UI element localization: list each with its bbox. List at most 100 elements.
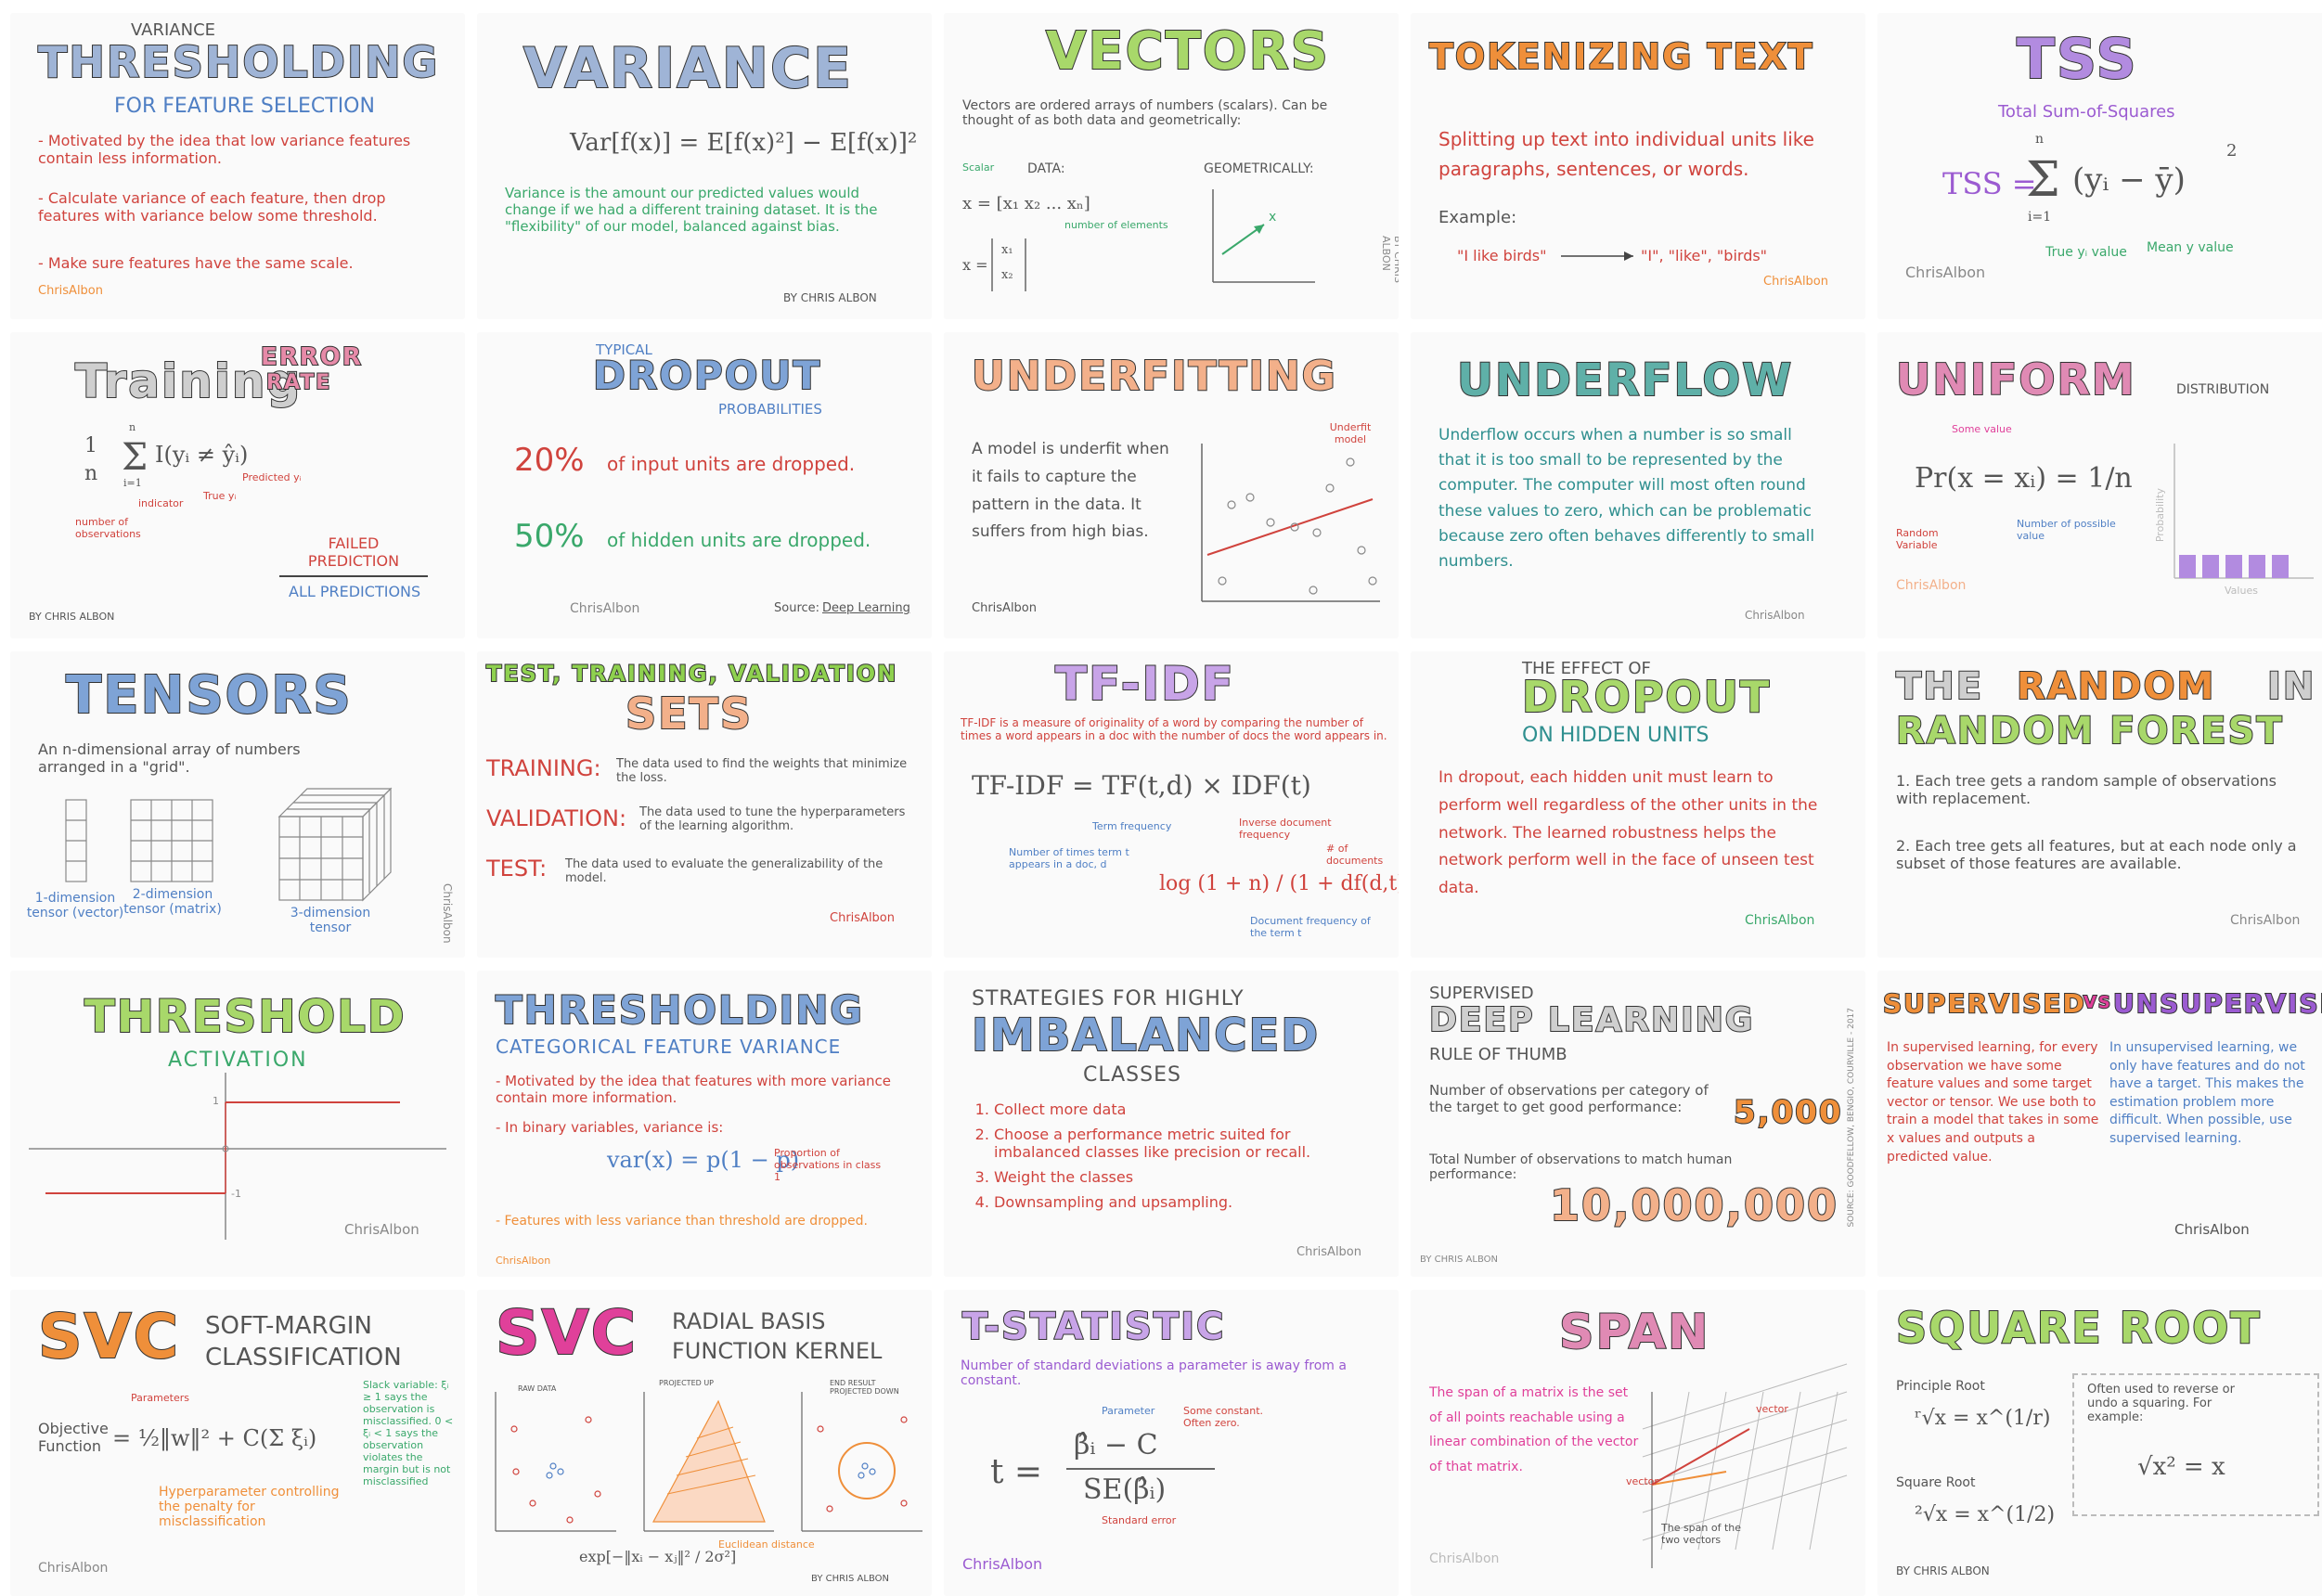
bullet-1: - Motivated by the idea that low varianc… [38,132,411,167]
bullet-1: - Motivated by the idea that features wi… [496,1073,892,1106]
card-typical-dropout[interactable]: TYPICAL DROPOUT PROBABILITIES 20% of inp… [477,332,932,638]
strategy-2: Choose a performance metric suited for i… [994,1126,1376,1161]
card-tokenizing-text[interactable]: TOKENIZING TEXT Splitting up text into i… [1411,13,1865,319]
true-y-label: True yᵢ [203,490,237,502]
rbf-formula: exp[−‖xᵢ − xⱼ‖² / 2σ²] [579,1548,737,1565]
signature: BY CHRIS ALBON [1380,236,1399,283]
card-uniform-distribution[interactable]: UNIFORM DISTRIBUTION Some value Pr(x = x… [1877,332,2322,638]
strategy-1: Collect more data [994,1100,1376,1118]
signature: ChrisAlbon [441,883,454,944]
se-label: Standard error [1102,1514,1177,1526]
underfit-model-label: Underfit model [1329,421,1372,445]
true-y-label: True yᵢ value [2045,245,2127,260]
tf-label: Term frequency [1092,820,1172,832]
card-vectors[interactable]: VECTORS Vectors are ordered arrays of nu… [944,13,1399,319]
source-link[interactable]: Deep Learning [822,601,910,615]
card-deep-learning-rule-of-thumb[interactable]: SUPERVISED DEEP LEARNING RULE OF THUMB N… [1411,971,1865,1277]
indicator-body: I(yᵢ ≠ ŷᵢ) [155,442,249,468]
card-subtitle: CATEGORICAL FEATURE VARIANCE [496,1036,842,1058]
card-text: Underflow occurs when a number is so sma… [1438,426,1815,571]
signature: ChrisAlbon [570,601,640,616]
vector-1-label: vector [1756,1403,1788,1415]
sum-top: n [129,421,136,433]
input-drop-text: of input units are dropped. [607,453,856,475]
card-title: DEEP LEARNING [1428,1001,1755,1039]
card-title-random: RANDOM [2016,665,2216,708]
card-span[interactable]: SPAN The span of a matrix is the set of … [1411,1290,1865,1596]
card-effect-of-dropout[interactable]: THE EFFECT OF DROPOUT ON HIDDEN UNITS In… [1411,651,1865,958]
signature: ChrisAlbon [2230,913,2301,928]
card-subtitle: FOR FEATURE SELECTION [114,95,375,118]
signature: ChrisAlbon [972,601,1037,615]
underfit-plot [1201,444,1380,602]
numobs-label: number of observations [75,516,141,540]
card-underfitting[interactable]: UNDERFITTING A model is underfit when it… [944,332,1399,638]
card-training-error-rate[interactable]: Training ERROR RATE 1 n Σ n i=1 I(yᵢ ≠ ŷ… [10,332,465,638]
signature: ChrisAlbon [1745,609,1805,622]
vector-2-label: vector [1626,1475,1658,1487]
y-one-label: 1 [213,1095,219,1107]
card-test-training-validation-sets[interactable]: TEST, TRAINING, VALIDATION SETS TRAINING… [477,651,932,958]
signature: ChrisAlbon [344,1221,419,1238]
card-svc-soft-margin[interactable]: SVC SOFT-MARGIN CLASSIFICATION Parameter… [10,1290,465,1596]
failed-prediction: FAILED PREDICTION [307,534,400,570]
fraction-bar [1066,1468,1215,1470]
supervised-text: In supervised learning, for every observ… [1887,1040,2099,1165]
line-1: Number of observations per category of t… [1429,1082,1709,1115]
test-value: The data used to evaluate the generaliza… [565,857,884,885]
card-title-2: SOFT-MARGIN [205,1312,372,1340]
frac-n: n [84,462,98,485]
span-caption: The span of the two vectors [1661,1522,1742,1546]
tensor-3d-label: 3-dimension tensor [290,906,371,935]
signature: ChrisAlbon [1296,1245,1361,1259]
training-value: The data used to find the weights that m… [616,757,908,785]
euclidean-label: Euclidean distance [718,1538,815,1551]
strategy-4: Downsampling and upsampling. [994,1193,1376,1211]
card-title: TSS [2016,27,2138,92]
card-underflow[interactable]: UNDERFLOW Underflow occurs when a number… [1411,332,1865,638]
card-random-in-random-forest[interactable]: THE RANDOM IN RANDOM FOREST 1. Each tree… [1877,651,2322,958]
card-svc-rbf-kernel[interactable]: SVC RADIAL BASIS FUNCTION KERNEL RAW DAT… [477,1290,932,1596]
hidden-drop-text: of hidden units are dropped. [607,529,871,551]
tensor-1d-label: 1-dimension tensor (vector) [26,891,124,920]
card-variance[interactable]: VARIANCE Var[f(x)] = E[f(x)²] − E[f(x)]²… [477,13,932,319]
training-key: TRAINING: [486,755,601,781]
t-lhs: t = [990,1453,1043,1491]
card-title-in: IN [2266,665,2316,708]
principle-root-label: Principle Root [1896,1379,1985,1394]
tfidf-formula: TF-IDF = TF(t,d) × IDF(t) [972,770,1311,801]
card-pretitle: STRATEGIES FOR HIGHLY [972,987,1245,1010]
sum-top: n [2035,132,2045,147]
card-square-root[interactable]: SQUARE ROOT Principle Root ʳ√x = x^(1/r)… [1877,1290,2322,1596]
card-tss[interactable]: TSS Total Sum-of-Squares TSS = Σ n i=1 (… [1877,13,2322,319]
example-output: "I", "like", "birds" [1641,247,1768,264]
card-imbalanced-classes[interactable]: STRATEGIES FOR HIGHLY IMBALANCED CLASSES… [944,971,1399,1277]
signature: ChrisAlbon [38,1561,109,1576]
sum-bottom: i=1 [123,477,142,489]
card-title-2: SETS [625,689,754,739]
card-text: TF-IDF is a measure of originality of a … [961,716,1387,742]
card-threshold-activation[interactable]: THRESHOLD ACTIVATION 1 -1 ChrisAlbon [10,971,465,1277]
ndocs-label: # of documents [1326,843,1384,867]
card-tensors[interactable]: TENSORS An n-dimensional array of number… [10,651,465,958]
card-t-statistic[interactable]: T-STATISTIC Number of standard deviation… [944,1290,1399,1596]
variance-formula: Var[f(x)] = E[f(x)²] − E[f(x)]² [570,129,918,157]
number-2: 10,000,000 [1549,1180,1839,1230]
card-tf-idf[interactable]: TF-IDF TF-IDF is a measure of originalit… [944,651,1399,958]
card-supervised-vs-unsupervised[interactable]: SUPERVISED VS UNSUPERVISED In supervised… [1877,971,2322,1277]
signature: ChrisAlbon [1763,275,1828,289]
card-title-supervised: SUPERVISED [1882,988,2086,1019]
signature: ChrisAlbon [830,911,895,925]
card-thresholding-categorical[interactable]: THRESHOLDING CATEGORICAL FEATURE VARIANC… [477,971,932,1277]
card-subtitle: Total Sum-of-Squares [1998,102,2175,122]
card-title: DROPOUT [592,353,822,398]
card-title: VARIANCE [522,36,853,101]
slack-label: Slack variable: ξᵢ ≥ 1 says the observat… [363,1379,454,1487]
card-variance-thresholding[interactable]: VARIANCE THRESHOLDING FOR FEATURE SELECT… [10,13,465,319]
frac-one: 1 [84,434,97,457]
card-subtitle: CLASSES [1083,1063,1181,1087]
signature: ChrisAlbon [1905,264,1986,281]
card-text: Number of standard deviations a paramete… [961,1358,1347,1388]
hidden-drop-pct: 50% [514,518,585,555]
values-axis-label: Values [2225,585,2258,597]
